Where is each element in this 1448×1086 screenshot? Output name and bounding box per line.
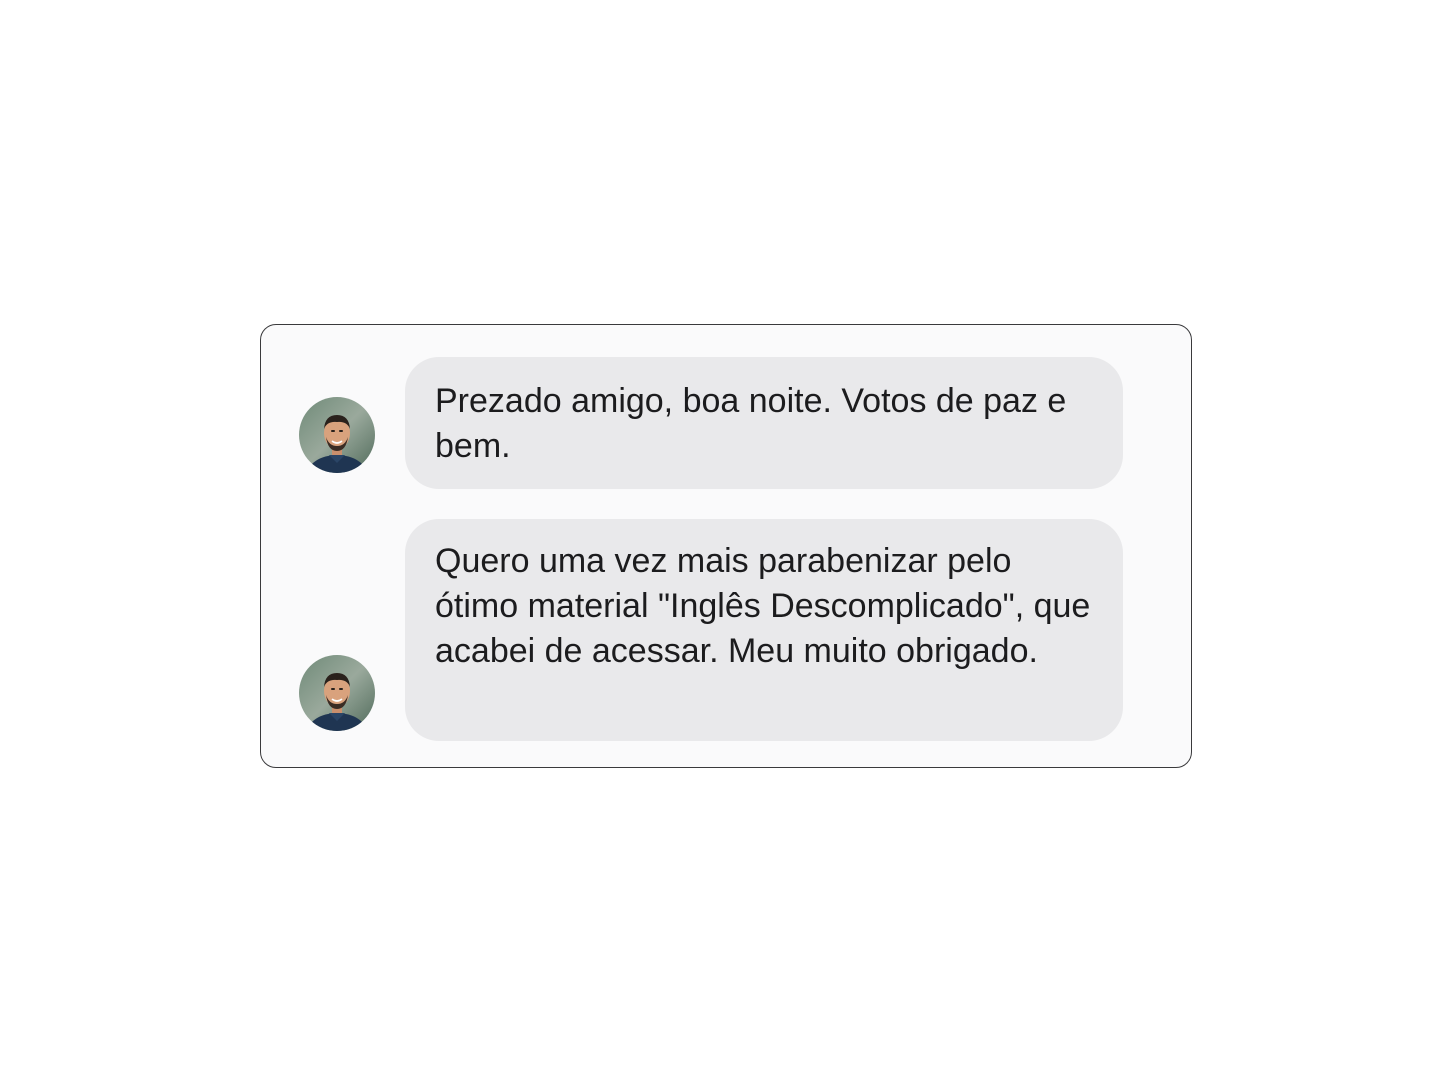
avatar[interactable] (299, 397, 375, 473)
message-text: Quero uma vez mais parabenizar pelo ótim… (435, 542, 1091, 670)
person-avatar-icon (299, 655, 375, 731)
message-bubble: Prezado amigo, boa noite. Votos de paz e… (405, 357, 1123, 489)
person-avatar-icon (299, 397, 375, 473)
page: Prezado amigo, boa noite. Votos de paz e… (0, 0, 1448, 1086)
avatar[interactable] (299, 655, 375, 731)
message-text: Prezado amigo, boa noite. Votos de paz e… (435, 382, 1067, 465)
chat-card: Prezado amigo, boa noite. Votos de paz e… (260, 324, 1192, 768)
message-bubble: Quero uma vez mais parabenizar pelo ótim… (405, 519, 1123, 741)
